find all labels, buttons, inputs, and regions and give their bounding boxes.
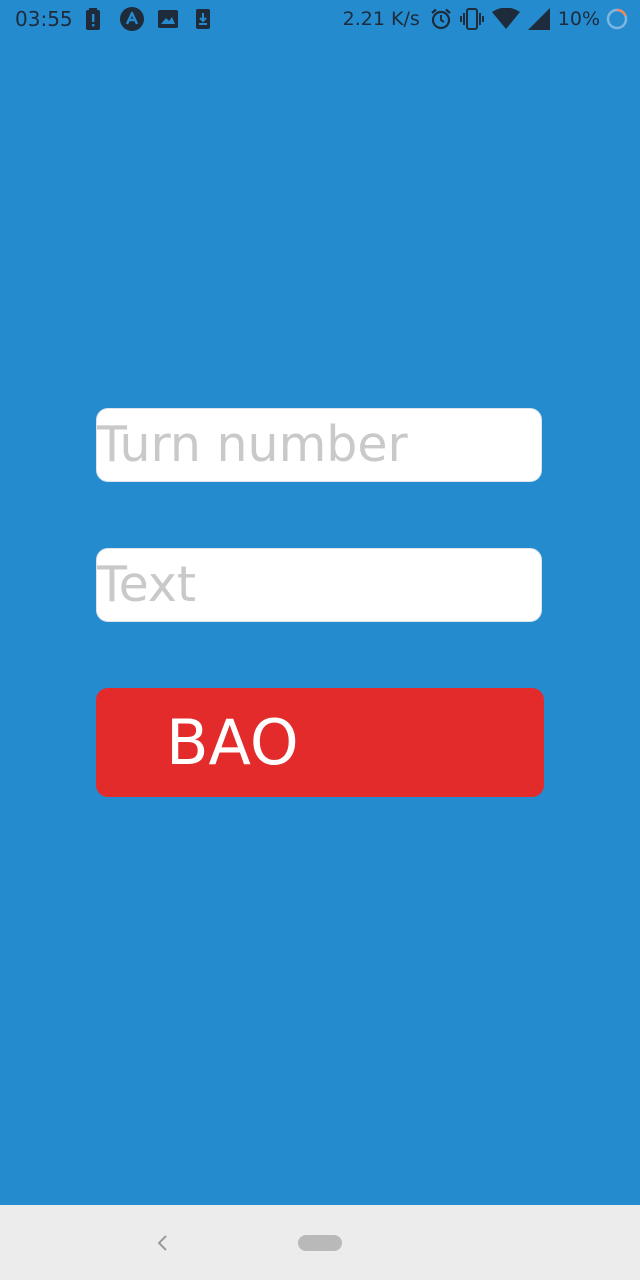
app-logo-icon (120, 7, 144, 31)
network-speed: 2.21 K/s (342, 8, 420, 30)
navigation-bar (0, 1205, 640, 1280)
battery-alert-icon (86, 8, 100, 30)
text-input[interactable] (96, 548, 542, 622)
vibrate-icon (459, 7, 484, 31)
status-right-area: 2.21 K/s 10% (343, 7, 628, 31)
battery-percent: 10% (557, 8, 600, 30)
status-bar: 03:55 2.21 K/s 10% (0, 0, 640, 38)
status-time: 03:55 (15, 7, 73, 31)
app-screen: 03:55 2.21 K/s 10% Turn number Text BAO (0, 0, 640, 1280)
home-pill-icon[interactable] (298, 1235, 342, 1251)
image-icon (158, 8, 178, 30)
back-chevron-icon[interactable] (150, 1229, 174, 1257)
battery-loading-icon (606, 7, 628, 31)
wifi-icon (491, 7, 520, 31)
signal-icon (527, 7, 550, 31)
status-left-icons (86, 7, 210, 31)
download-icon (196, 8, 210, 30)
bao-button[interactable]: BAO (96, 688, 544, 797)
alarm-icon (430, 7, 452, 31)
turn-number-input[interactable] (96, 408, 542, 482)
